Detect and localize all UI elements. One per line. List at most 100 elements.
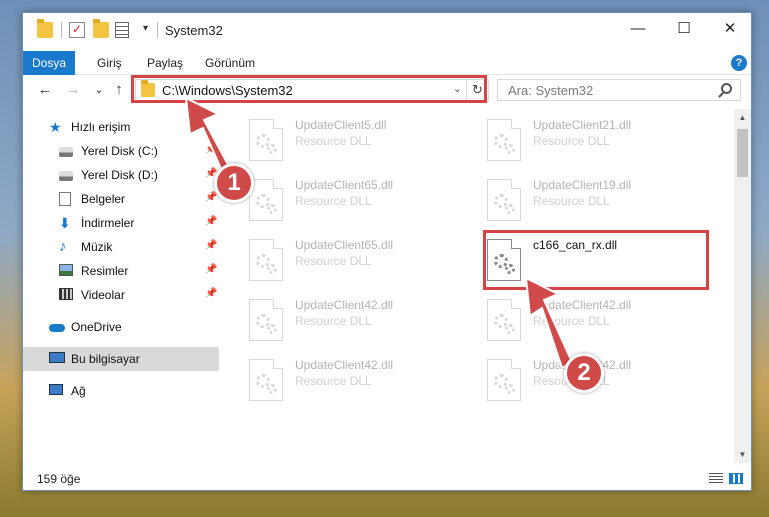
pin-icon[interactable]: 📌 <box>205 216 217 227</box>
new-folder-icon[interactable] <box>93 19 109 38</box>
sidebar-item-label: Hızlı erişim <box>71 120 131 134</box>
pin-icon[interactable]: 📌 <box>205 288 217 299</box>
scroll-thumb[interactable] <box>737 129 748 177</box>
tiles-view-icon[interactable] <box>729 473 743 484</box>
sidebar-item-label: Resimler <box>81 264 129 278</box>
sidebar-item-label: Yerel Disk (C:) <box>81 144 158 158</box>
file-type: Resource DLL <box>533 134 610 148</box>
file-item[interactable]: UpdateClient42.dll Resource DLL <box>481 291 711 347</box>
file-item[interactable]: UpdateClient21.dll Resource DLL <box>481 111 711 167</box>
item-count: 159 öğe <box>37 472 81 486</box>
navigation-pane: ★ Hızlı erişim Yerel Disk (C:) 📌 Yerel D… <box>23 109 219 463</box>
pin-icon[interactable]: 📌 <box>205 240 217 251</box>
picture-icon <box>59 264 73 276</box>
file-name: UpdateClient42.dll <box>533 298 632 312</box>
address-highlight-box <box>131 75 487 103</box>
file-item[interactable]: UpdateClient65.dll Resource DLL <box>243 231 473 287</box>
help-icon[interactable]: ? <box>731 55 747 71</box>
document-icon <box>59 192 71 206</box>
divider <box>157 22 158 38</box>
music-icon: ♪ <box>59 238 67 255</box>
sidebar-item-disk-d[interactable]: Yerel Disk (D:) 📌 <box>23 163 219 187</box>
file-type: Resource DLL <box>295 194 372 208</box>
sidebar-item-quick-access[interactable]: ★ Hızlı erişim <box>23 115 219 139</box>
file-name: UpdateClient19.dll <box>533 178 632 192</box>
sidebar-item-label: OneDrive <box>71 320 122 334</box>
ribbon: Dosya Giriş Paylaş Görünüm ? <box>23 51 751 75</box>
close-button[interactable]: ✕ <box>707 13 753 45</box>
file-type: Resource DLL <box>295 314 372 328</box>
file-list: UpdateClient5.dll Resource DLL UpdateCli… <box>219 109 737 463</box>
search-box[interactable]: Ara: System32 <box>497 79 741 101</box>
file-item[interactable]: UpdateClient5.dll Resource DLL <box>243 111 473 167</box>
file-name: UpdateClient42.dll <box>295 298 394 312</box>
pin-icon[interactable]: 📌 <box>205 192 217 203</box>
vertical-scrollbar[interactable]: ▲ ▼ <box>734 109 751 463</box>
file-item[interactable]: UpdateClient42.dll Resource DLL <box>243 351 473 407</box>
pin-icon[interactable]: 📌 <box>205 264 217 275</box>
sidebar-item-label: Yerel Disk (D:) <box>81 168 158 182</box>
forward-button[interactable]: → <box>63 80 83 100</box>
scroll-down-icon[interactable]: ▼ <box>734 446 751 463</box>
file-name: UpdateClient21.dll <box>533 118 632 132</box>
tab-file[interactable]: Dosya <box>23 51 75 75</box>
callout-step-2: 2 <box>564 353 604 393</box>
dll-file-icon <box>249 239 283 281</box>
file-item[interactable]: UpdateClient42.dll Resource DLL <box>243 291 473 347</box>
dll-file-icon <box>487 299 521 341</box>
sidebar-item-label: Videolar <box>81 288 125 302</box>
disk-icon <box>59 147 73 157</box>
dll-file-icon <box>487 119 521 161</box>
view-options-icon[interactable] <box>115 22 129 38</box>
cloud-icon <box>49 324 65 332</box>
sidebar-item-downloads[interactable]: ⬇ İndirmeler 📌 <box>23 211 219 235</box>
sidebar-item-network[interactable]: Ağ <box>23 379 219 403</box>
title-bar: ✓ ▾ System32 — ☐ ✕ <box>23 13 751 51</box>
up-button[interactable]: ↑ <box>109 80 129 100</box>
tab-home[interactable]: Giriş <box>97 51 122 75</box>
sidebar-item-this-pc[interactable]: Bu bilgisayar <box>23 347 219 371</box>
scroll-up-icon[interactable]: ▲ <box>734 109 751 126</box>
file-name: UpdateClient5.dll <box>295 118 387 132</box>
dll-file-icon <box>249 299 283 341</box>
tab-view[interactable]: Görünüm <box>205 51 255 75</box>
file-name: UpdateClient65.dll <box>295 178 394 192</box>
file-item[interactable]: UpdateClient19.dll Resource DLL <box>481 171 711 227</box>
sidebar-item-videos[interactable]: Videolar 📌 <box>23 283 219 307</box>
dll-file-icon <box>249 119 283 161</box>
customize-toolbar-icon[interactable]: ▾ <box>143 23 148 34</box>
dll-file-icon <box>249 179 283 221</box>
sidebar-item-label: Bu bilgisayar <box>71 352 140 366</box>
dll-file-icon <box>487 359 521 401</box>
back-button[interactable]: ← <box>35 80 55 100</box>
tab-share[interactable]: Paylaş <box>147 51 183 75</box>
pin-icon[interactable]: 📌 <box>205 144 217 155</box>
status-bar: 159 öğe <box>23 465 751 491</box>
file-name: UpdateClient42.dll <box>295 358 394 372</box>
recent-locations-button[interactable]: ⌄ <box>89 80 109 100</box>
minimize-button[interactable]: — <box>615 13 661 45</box>
sidebar-item-music[interactable]: ♪ Müzik 📌 <box>23 235 219 259</box>
sidebar-item-pictures[interactable]: Resimler 📌 <box>23 259 219 283</box>
search-icon[interactable] <box>721 83 732 94</box>
dll-file-icon <box>487 179 521 221</box>
computer-icon <box>49 352 65 363</box>
sidebar-item-label: Belgeler <box>81 192 126 206</box>
file-type: Resource DLL <box>295 134 372 148</box>
file-item[interactable]: UpdateClient65.dll Resource DLL <box>243 171 473 227</box>
file-type: Resource DLL <box>533 194 610 208</box>
window-title: System32 <box>165 23 223 38</box>
sidebar-item-label: Müzik <box>81 240 113 254</box>
download-icon: ⬇ <box>59 215 71 231</box>
details-view-icon[interactable] <box>709 473 723 484</box>
sidebar-item-disk-c[interactable]: Yerel Disk (C:) 📌 <box>23 139 219 163</box>
file-type: Resource DLL <box>295 374 372 388</box>
file-type: Resource DLL <box>295 254 372 268</box>
properties-check-icon[interactable]: ✓ <box>69 22 85 38</box>
explorer-window: ✓ ▾ System32 — ☐ ✕ Dosya Giriş Paylaş Gö… <box>22 12 752 491</box>
folder-icon <box>37 19 53 38</box>
file-name: UpdateClient65.dll <box>295 238 394 252</box>
sidebar-item-documents[interactable]: Belgeler 📌 <box>23 187 219 211</box>
sidebar-item-onedrive[interactable]: OneDrive <box>23 315 219 339</box>
maximize-button[interactable]: ☐ <box>661 13 707 45</box>
